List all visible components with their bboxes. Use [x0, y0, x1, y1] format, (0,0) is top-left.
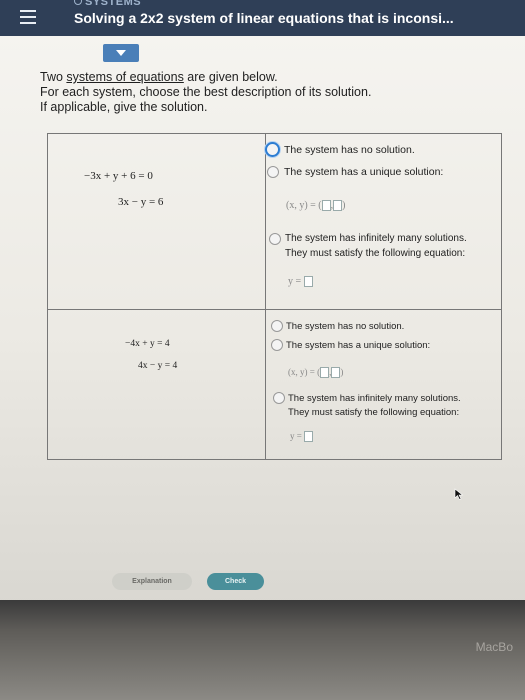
top-bar: SYSTEMS Solving a 2x2 system of linear e… [0, 0, 525, 36]
system-1-infinite-solutions-radio[interactable] [269, 233, 281, 245]
system-1-no-solution-label: The system has no solution. [284, 144, 415, 156]
table-divider [47, 309, 502, 310]
system-2-infinite-label-1: The system has infinitely many solutions… [288, 393, 461, 404]
system-2-x-input[interactable] [320, 367, 330, 379]
system-2-no-solution-label: The system has no solution. [286, 321, 405, 332]
page-title: Solving a 2x2 system of linear equations… [74, 10, 454, 26]
system-2-equation-1: −4x + y = 4 [125, 339, 170, 349]
system-2-unique-answer: (x, y) = (,) [288, 367, 344, 379]
system-1-infinite-label-1: The system has infinitely many solutions… [285, 233, 467, 244]
mouse-pointer-icon [454, 488, 464, 500]
system-1-equation-input[interactable] [303, 276, 313, 288]
laptop-brand-label: MacBo [475, 640, 513, 654]
system-2-no-solution-radio[interactable] [271, 320, 283, 332]
system-1-unique-answer: (x, y) = (,) [286, 200, 346, 212]
system-2-equation-2: 4x − y = 4 [138, 361, 178, 371]
system-1-infinite-label-2: They must satisfy the following equation… [285, 248, 466, 259]
system-2-y-input[interactable] [331, 367, 341, 379]
system-2-unique-solution-radio[interactable] [271, 339, 283, 351]
hamburger-menu-icon[interactable] [20, 10, 36, 26]
laptop-bezel: MacBo [0, 600, 525, 700]
system-1-equation-1: −3x + y + 6 = 0 [84, 170, 153, 182]
system-1-equation-2: 3x − y = 6 [118, 196, 164, 208]
system-2-equation-input[interactable] [304, 431, 314, 443]
system-2-infinite-answer: y = [290, 431, 314, 443]
system-1-y-input[interactable] [333, 200, 343, 212]
table-divider [265, 133, 266, 460]
system-2-infinite-solutions-radio[interactable] [273, 392, 285, 404]
explanation-button[interactable]: Explanation [112, 573, 192, 590]
check-button[interactable]: Check [207, 573, 264, 590]
screen: SYSTEMS Solving a 2x2 system of linear e… [0, 0, 525, 605]
system-1-no-solution-radio[interactable] [265, 142, 280, 157]
system-2-infinite-label-2: They must satisfy the following equation… [288, 407, 460, 418]
system-2-unique-solution-label: The system has a unique solution: [286, 340, 431, 351]
collapse-toggle-button[interactable] [103, 44, 139, 62]
systems-of-equations-link[interactable]: systems of equations [66, 70, 183, 84]
system-1-infinite-answer: y = [288, 276, 313, 288]
topic-label: SYSTEMS [74, 0, 141, 8]
system-1-unique-solution-radio[interactable] [267, 166, 279, 178]
system-1-x-input[interactable] [321, 200, 331, 212]
instructions: Two systems of equations are given below… [40, 70, 372, 114]
system-1-unique-solution-label: The system has a unique solution: [284, 166, 444, 178]
